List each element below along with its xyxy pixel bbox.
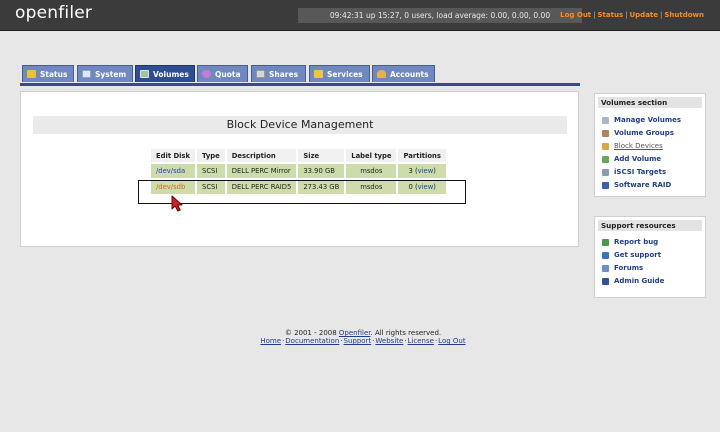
column-header: Type <box>197 149 225 162</box>
tab-underline <box>20 83 580 86</box>
column-header: Label type <box>346 149 397 162</box>
footer-link-website[interactable]: Website <box>375 337 403 345</box>
column-header: Description <box>226 149 297 162</box>
sidebar-item-get-support[interactable]: Get support <box>595 249 705 262</box>
shutdown-link[interactable]: Shutdown <box>664 11 704 19</box>
page-footer: © 2001 - 2008 Openfiler. All rights rese… <box>0 329 720 345</box>
shares-icon <box>256 70 265 78</box>
table-row: /dev/sda SCSI DELL PERC Mirror 33.90 GB … <box>151 164 446 178</box>
edit-disk-link[interactable]: /dev/sda <box>156 167 185 175</box>
iscsi-target-icon <box>602 169 609 176</box>
sidebar-item-forums[interactable]: Forums <box>595 262 705 275</box>
table-header-row: Edit Disk Type Description Size Label ty… <box>151 149 446 162</box>
sidebar-item-block-devices[interactable]: Block Devices <box>595 140 705 153</box>
volume-icon <box>602 117 609 124</box>
tab-label: System <box>95 70 127 79</box>
sidebar-item-report-bug[interactable]: Report bug <box>595 236 705 249</box>
mouse-cursor-icon <box>171 195 183 212</box>
tab-label: Volumes <box>153 70 189 79</box>
sidebar-item-manage-volumes[interactable]: Manage Volumes <box>595 114 705 127</box>
sidebar-item-label: Report bug <box>614 238 659 246</box>
volumes-section-box: Volumes section Manage Volumes Volume Gr… <box>594 93 706 197</box>
add-volume-icon <box>602 156 609 163</box>
status-icon <box>27 70 36 78</box>
support-resources-box: Support resources Report bug Get support… <box>594 216 706 298</box>
rights-text: . All rights reserved. <box>370 329 442 337</box>
sidebar-item-iscsi-targets[interactable]: iSCSI Targets <box>595 166 705 179</box>
sidebar-title: Support resources <box>598 220 702 231</box>
sidebar-item-admin-guide[interactable]: Admin Guide <box>595 275 705 288</box>
block-device-panel: Block Device Management Edit Disk Type D… <box>20 91 579 247</box>
accounts-icon <box>377 70 386 78</box>
sidebar-title: Volumes section <box>598 97 702 108</box>
footer-link-license[interactable]: License <box>408 337 434 345</box>
sidebar-item-label: Forums <box>614 264 644 272</box>
update-link[interactable]: Update <box>629 11 658 19</box>
footer-links: Home·Documentation·Support·Website·Licen… <box>0 337 720 345</box>
tab-services[interactable]: Services <box>309 65 370 82</box>
sidebar-item-label: Manage Volumes <box>614 116 682 124</box>
status-link[interactable]: Status <box>598 11 624 19</box>
tab-quota[interactable]: Quota <box>197 65 248 82</box>
tab-system[interactable]: System <box>77 65 133 82</box>
tab-shares[interactable]: Shares <box>251 65 306 82</box>
header-links: Log Out | Status | Update | Shutdown <box>560 11 704 20</box>
admin-guide-icon <box>602 278 609 285</box>
sidebar-item-label: Admin Guide <box>614 277 665 285</box>
openfiler-link[interactable]: Openfiler <box>339 329 371 337</box>
tab-volumes[interactable]: Volumes <box>135 65 195 82</box>
bug-icon <box>602 239 609 246</box>
sidebar-item-label: Block Devices <box>614 142 663 150</box>
footer-link-logout[interactable]: Log Out <box>438 337 465 345</box>
services-icon <box>314 70 323 78</box>
footer-link-home[interactable]: Home <box>260 337 281 345</box>
forums-icon <box>602 265 609 272</box>
footer-link-support[interactable]: Support <box>344 337 372 345</box>
view-partitions-link[interactable]: view <box>418 167 434 175</box>
quota-icon <box>202 70 211 78</box>
disk-type: SCSI <box>197 164 225 178</box>
copyright-line: © 2001 - 2008 Openfiler. All rights rese… <box>0 329 720 337</box>
tab-status[interactable]: Status <box>22 65 74 82</box>
top-header: openfiler 09:42:31 up 15:27, 0 users, lo… <box>0 0 720 31</box>
disk-size: 33.90 GB <box>298 164 345 178</box>
logout-link[interactable]: Log Out <box>560 11 591 19</box>
sidebar-item-add-volume[interactable]: Add Volume <box>595 153 705 166</box>
volumes-icon <box>140 70 149 78</box>
block-device-icon <box>602 143 609 150</box>
sidebar-item-label: iSCSI Targets <box>614 168 667 176</box>
sidebar-item-label: Add Volume <box>614 155 662 163</box>
row-highlight-box <box>138 180 466 204</box>
column-header: Partitions <box>398 149 446 162</box>
partition-count: 3 <box>408 167 413 175</box>
tab-label: Accounts <box>390 70 429 79</box>
copyright-text: © 2001 - 2008 <box>284 329 339 337</box>
column-header: Size <box>298 149 345 162</box>
column-header: Edit Disk <box>151 149 195 162</box>
tab-label: Status <box>40 70 68 79</box>
volume-group-icon <box>602 130 609 137</box>
disk-partitions: 3 (view) <box>398 164 446 178</box>
sidebar-item-volume-groups[interactable]: Volume Groups <box>595 127 705 140</box>
tab-label: Quota <box>215 70 241 79</box>
tab-label: Shares <box>269 70 299 79</box>
page-title: Block Device Management <box>33 116 567 134</box>
openfiler-logo: openfiler <box>15 3 93 23</box>
sidebar-item-label: Volume Groups <box>614 129 674 137</box>
disk-label-type: msdos <box>346 164 397 178</box>
uptime-status-bar: 09:42:31 up 15:27, 0 users, load average… <box>298 8 582 23</box>
sidebar-item-software-raid[interactable]: Software RAID <box>595 179 705 192</box>
support-icon <box>602 252 609 259</box>
tab-label: Services <box>327 70 363 79</box>
sidebar-item-label: Software RAID <box>614 181 672 189</box>
software-raid-icon <box>602 182 609 189</box>
sidebar-item-label: Get support <box>614 251 662 259</box>
disk-description: DELL PERC Mirror <box>226 164 297 178</box>
system-icon <box>82 70 91 78</box>
footer-link-documentation[interactable]: Documentation <box>285 337 339 345</box>
tab-accounts[interactable]: Accounts <box>372 65 435 82</box>
